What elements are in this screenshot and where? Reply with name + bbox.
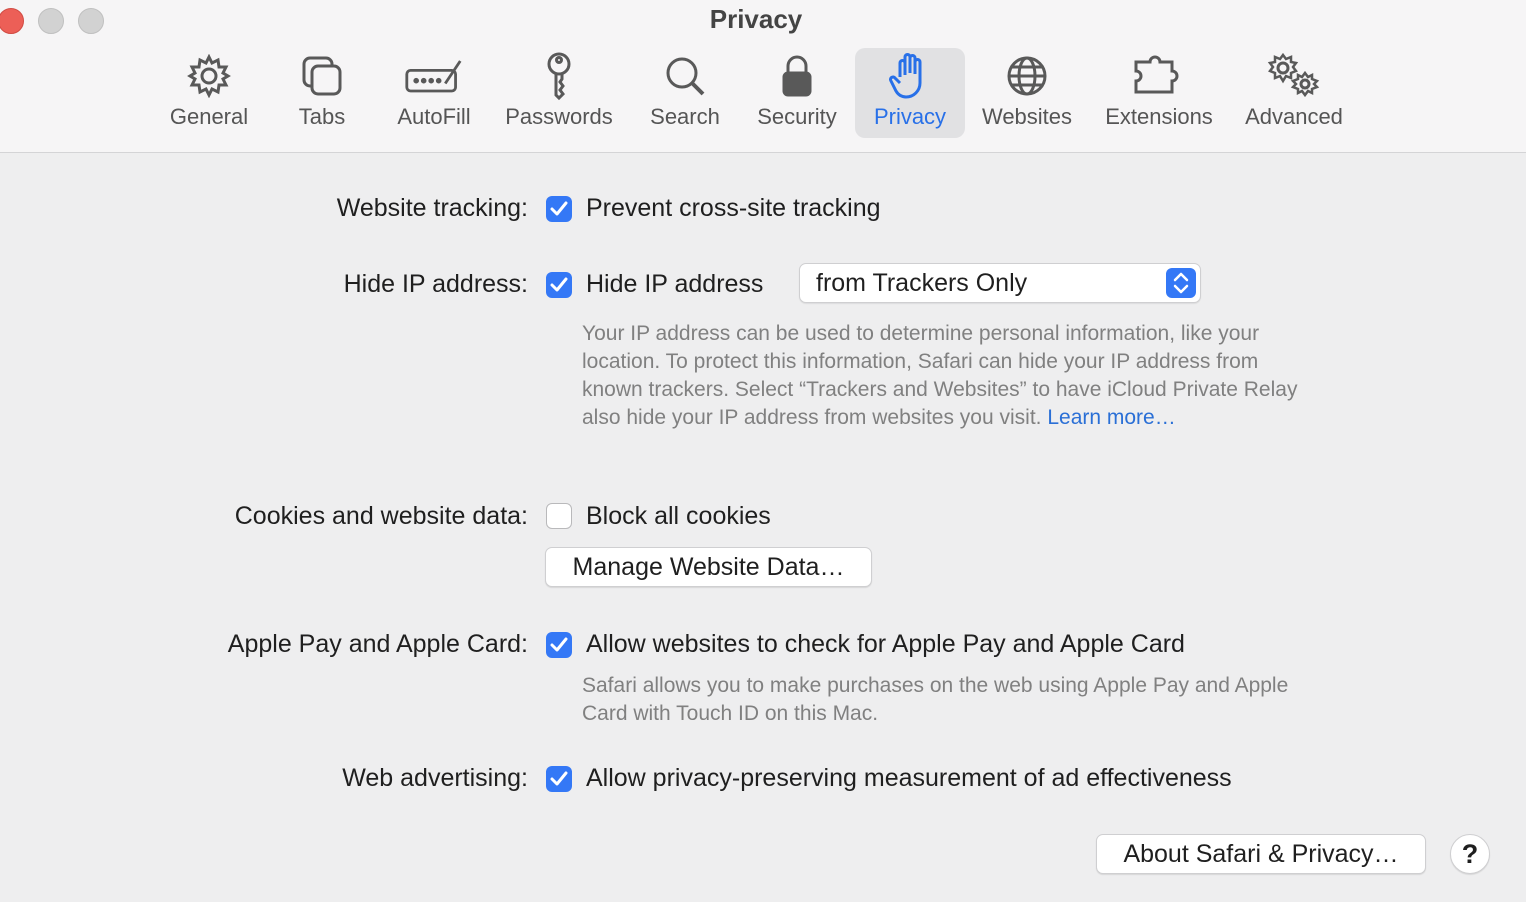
- apple-pay-description: Safari allows you to make purchases on t…: [582, 674, 1289, 725]
- block-all-cookies-checkbox[interactable]: [546, 503, 572, 529]
- hide-ip-description-text: Your IP address can be used to determine…: [582, 322, 1298, 429]
- tab-security[interactable]: Security: [750, 48, 844, 138]
- apple-pay-checkbox[interactable]: [546, 632, 572, 658]
- tab-label: Tabs: [298, 104, 346, 129]
- puzzle-icon: [1129, 48, 1189, 104]
- tab-search[interactable]: Search: [642, 48, 728, 138]
- tab-label: Advanced: [1245, 104, 1343, 129]
- key-icon: [529, 48, 589, 104]
- tab-privacy[interactable]: Privacy: [855, 48, 965, 138]
- cookies-label: Cookies and website data:: [234, 502, 528, 530]
- apple-pay-label: Apple Pay and Apple Card:: [227, 630, 528, 658]
- tab-label: Privacy: [873, 104, 947, 129]
- checkmark-icon: [550, 771, 568, 786]
- checkmark-icon: [550, 201, 568, 216]
- hide-ip-checkbox[interactable]: [546, 272, 572, 298]
- web-advertising-label: Web advertising:: [342, 764, 528, 792]
- window-titlebar: Privacy General Tabs AutoFill Passwords …: [0, 0, 1526, 153]
- block-all-cookies-text[interactable]: Block all cookies: [586, 502, 771, 531]
- hide-ip-description: Your IP address can be used to determine…: [582, 320, 1302, 432]
- hide-ip-text[interactable]: Hide IP address: [586, 270, 763, 299]
- prevent-cross-site-tracking-checkbox[interactable]: [546, 196, 572, 222]
- website-tracking-label: Website tracking:: [336, 194, 528, 222]
- learn-more-link[interactable]: Learn more…: [1047, 406, 1175, 429]
- help-button[interactable]: ?: [1450, 834, 1490, 874]
- tab-extensions[interactable]: Extensions: [1098, 48, 1220, 138]
- tab-passwords[interactable]: Passwords: [500, 48, 618, 138]
- tab-advanced[interactable]: Advanced: [1238, 48, 1350, 138]
- about-safari-privacy-button[interactable]: About Safari & Privacy…: [1096, 834, 1426, 874]
- tab-label: Search: [650, 104, 720, 129]
- gear-icon: [179, 48, 239, 104]
- tab-autofill[interactable]: AutoFill: [390, 48, 478, 138]
- manage-website-data-button[interactable]: Manage Website Data…: [545, 547, 872, 587]
- window-title: Privacy: [709, 4, 803, 34]
- autofill-icon: [404, 48, 464, 104]
- tab-general[interactable]: General: [164, 48, 254, 138]
- tab-websites[interactable]: Websites: [976, 48, 1078, 138]
- tab-label: AutoFill: [397, 104, 471, 129]
- hide-ip-popup[interactable]: from Trackers Only: [799, 263, 1201, 303]
- tab-label: Extensions: [1105, 104, 1213, 129]
- tab-label: Security: [757, 104, 837, 129]
- globe-icon: [997, 48, 1057, 104]
- tab-label: General: [169, 104, 249, 129]
- checkmark-icon: [550, 637, 568, 652]
- checkmark-icon: [550, 277, 568, 292]
- gears-icon: [1264, 48, 1324, 104]
- hide-ip-label: Hide IP address:: [343, 270, 528, 298]
- ad-measurement-checkbox[interactable]: [546, 766, 572, 792]
- lock-icon: [767, 48, 827, 104]
- hand-icon: [880, 48, 940, 104]
- tabs-icon: [292, 48, 352, 104]
- prevent-cross-site-tracking-text[interactable]: Prevent cross-site tracking: [586, 194, 881, 223]
- search-icon: [655, 48, 715, 104]
- hide-ip-popup-value: from Trackers Only: [816, 269, 1028, 297]
- apple-pay-text[interactable]: Allow websites to check for Apple Pay an…: [586, 630, 1185, 659]
- tab-tabs[interactable]: Tabs: [282, 48, 362, 138]
- ad-measurement-text[interactable]: Allow privacy-preserving measurement of …: [586, 764, 1232, 793]
- tab-label: Passwords: [505, 104, 613, 129]
- chevron-updown-icon: [1166, 268, 1196, 298]
- tab-label: Websites: [981, 104, 1073, 129]
